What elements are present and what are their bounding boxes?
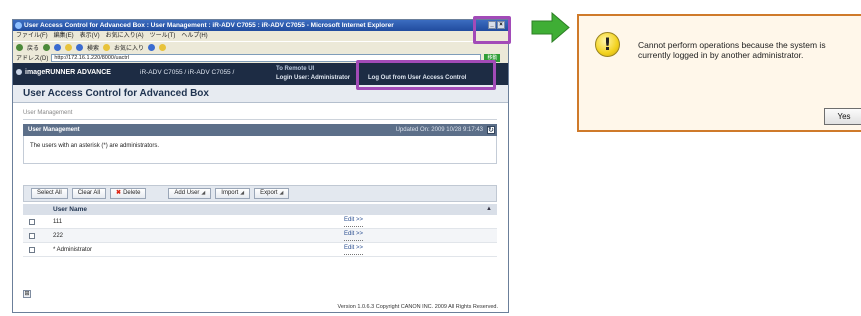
- delete-button[interactable]: ✖ Delete: [110, 188, 147, 199]
- clear-all-button[interactable]: Clear All: [71, 188, 107, 199]
- sort-up-icon[interactable]: ▲: [486, 204, 492, 215]
- row-checkbox[interactable]: [29, 247, 35, 253]
- table-header: User Name ▲: [23, 204, 497, 215]
- import-button[interactable]: Import ◢: [215, 188, 251, 199]
- export-button[interactable]: Export ◢: [254, 188, 290, 199]
- breadcrumb: User Management: [23, 110, 73, 116]
- panel-note: The users with an asterisk (*) are admin…: [23, 136, 497, 164]
- close-button-highlight: [473, 16, 511, 44]
- window-title-bar: User Access Control for Advanced Box : U…: [13, 20, 508, 31]
- menu-view[interactable]: 表示(V): [80, 31, 100, 41]
- search-button-label[interactable]: 検索: [87, 43, 99, 52]
- import-label: Import: [221, 190, 239, 196]
- user-table: User Name ▲ 111 Edit >> 222 Edit >> * Ad…: [23, 204, 497, 257]
- updated-timestamp: Updated On: 2009 10/28 9:17:43: [395, 127, 483, 133]
- table-row: 111 Edit >>: [23, 215, 497, 229]
- user-name: * Administrator: [53, 247, 93, 253]
- folder-icon[interactable]: [159, 43, 167, 51]
- column-user-name[interactable]: User Name: [53, 206, 87, 213]
- menu-bar: ファイル(F) 編集(E) 表示(V) お気に入り(A) ツール(T) ヘルプ(…: [13, 31, 508, 41]
- refresh-icon[interactable]: [487, 125, 495, 137]
- menu-edit[interactable]: 編集(E): [54, 31, 74, 41]
- warning-icon: !: [595, 32, 620, 57]
- to-remote-ui-link[interactable]: To Remote UI: [276, 66, 314, 72]
- back-arrow-icon[interactable]: [16, 43, 23, 51]
- back-button-label[interactable]: 戻る: [27, 43, 39, 52]
- media-icon[interactable]: [148, 43, 156, 51]
- refresh-icon[interactable]: [54, 43, 62, 51]
- login-user: Login User: Administrator: [276, 75, 351, 81]
- row-checkbox[interactable]: [29, 233, 35, 239]
- menu-help[interactable]: ヘルプ(H): [181, 31, 207, 41]
- logout-highlight: [356, 60, 496, 90]
- chevron-down-icon: ◢: [240, 190, 245, 196]
- product-logo: imageRUNNER ADVANCE: [16, 69, 111, 76]
- ie-icon: [15, 22, 22, 29]
- home-icon[interactable]: [65, 43, 73, 51]
- divider: [23, 119, 497, 120]
- forward-arrow-icon[interactable]: [43, 43, 51, 51]
- user-name: 111: [53, 219, 63, 225]
- address-label: アドレス(D): [16, 56, 49, 62]
- select-all-button[interactable]: Select All: [31, 188, 68, 199]
- panel-title: User Management: [28, 127, 80, 133]
- browser-toolbar: 戻る 検索 お気に入り: [13, 41, 508, 52]
- menu-favorites[interactable]: お気に入り(A): [106, 31, 144, 41]
- favorites-star-icon[interactable]: [103, 43, 111, 51]
- edit-link[interactable]: Edit >>: [344, 229, 364, 241]
- error-dialog: ! Cannot perform operations because the …: [577, 14, 861, 132]
- table-row: 222 Edit >>: [23, 229, 497, 243]
- action-bar: Select All Clear All ✖ Delete Add User ◢ I…: [23, 185, 497, 202]
- right-arrow-icon: [531, 12, 570, 43]
- edit-link[interactable]: Edit >>: [344, 243, 364, 255]
- export-label: Export: [260, 190, 278, 196]
- add-user-button[interactable]: Add User ◢: [168, 188, 212, 199]
- add-user-label: Add User: [174, 190, 200, 196]
- device-name: iR-ADV C7055 / iR-ADV C7055 /: [140, 69, 235, 76]
- menu-tools[interactable]: ツール(T): [150, 31, 176, 41]
- logo-icon: [16, 69, 22, 75]
- delete-label: Delete: [123, 190, 141, 196]
- product-name: imageRUNNER ADVANCE: [25, 69, 111, 76]
- copyright-footer: Version 1.0.6.3 Copyright CANON INC. 200…: [337, 304, 499, 310]
- dialog-message: Cannot perform operations because the sy…: [638, 40, 826, 60]
- table-row: * Administrator Edit >>: [23, 243, 497, 257]
- chevron-down-icon: ◢: [201, 190, 206, 196]
- edit-link[interactable]: Edit >>: [344, 215, 364, 227]
- menu-file[interactable]: ファイル(F): [16, 31, 48, 41]
- window-title: User Access Control for Advanced Box : U…: [24, 22, 394, 29]
- search-icon[interactable]: [76, 43, 84, 51]
- yes-button[interactable]: Yes: [824, 108, 861, 125]
- delete-x-icon: ✖: [116, 190, 122, 196]
- display-select-icon[interactable]: ⊞: [23, 290, 31, 298]
- row-checkbox[interactable]: [29, 219, 35, 225]
- favorites-button-label[interactable]: お気に入り: [114, 43, 144, 52]
- user-name: 222: [53, 233, 64, 239]
- chevron-down-icon: ◢: [279, 190, 284, 196]
- panel-header: User Management Updated On: 2009 10/28 9…: [23, 124, 497, 137]
